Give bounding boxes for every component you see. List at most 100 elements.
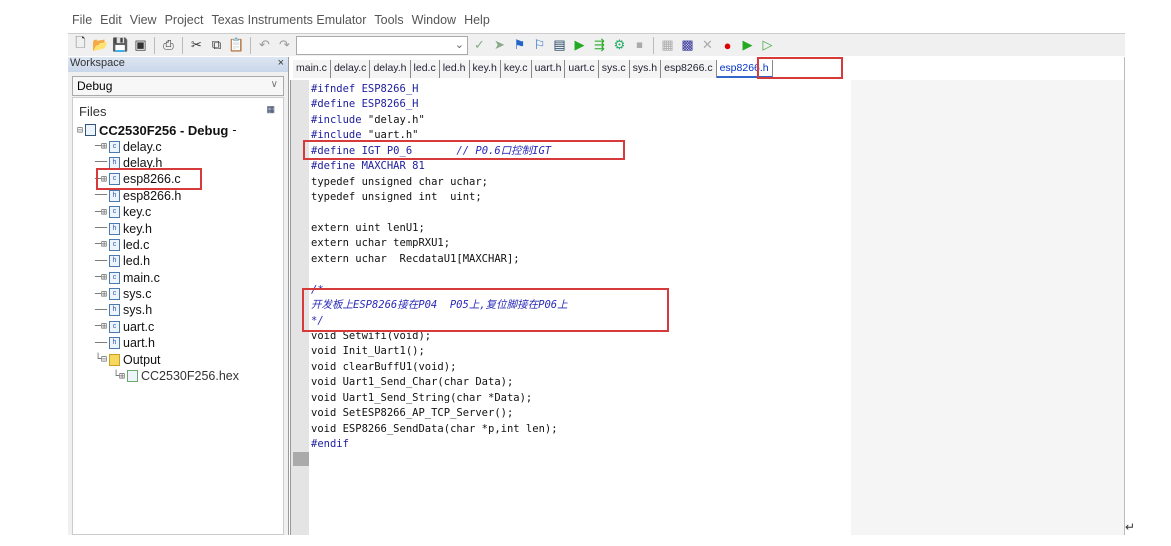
go-to-icon[interactable]: ▤ bbox=[551, 37, 568, 54]
tab-esp8266-c[interactable]: esp8266.c bbox=[661, 60, 717, 78]
file-name: uart.h bbox=[123, 336, 155, 351]
tab-uart-h[interactable]: uart.h bbox=[531, 60, 566, 78]
tab-uart-c[interactable]: uart.c bbox=[565, 60, 599, 78]
project-node[interactable]: ⊟ CC2530F256 - Debug - bbox=[73, 122, 283, 138]
compile-icon[interactable]: ▶ bbox=[571, 37, 588, 54]
save-icon[interactable]: 💾 bbox=[112, 37, 129, 54]
editor-tabs: main.c delay.c delay.h led.c led.h key.h key.c… bbox=[293, 60, 773, 78]
tab-delay-c[interactable]: delay.c bbox=[330, 60, 371, 78]
tab-sys-h[interactable]: sys.h bbox=[629, 60, 662, 78]
menu-file[interactable]: File bbox=[68, 13, 96, 31]
disable-icon[interactable]: ✕ bbox=[699, 37, 716, 54]
breakpoint-list-icon[interactable]: ▦ bbox=[659, 37, 676, 54]
menu-project[interactable]: Project bbox=[161, 13, 208, 31]
tree-line: ── bbox=[94, 223, 107, 235]
code-line: #define ESP8266_H bbox=[311, 97, 568, 112]
menu-help[interactable]: Help bbox=[460, 13, 494, 31]
new-file-icon[interactable]: 🗋 bbox=[72, 35, 89, 54]
output-folder[interactable]: └⊟ Output bbox=[73, 351, 283, 367]
save-all-icon[interactable]: ▣ bbox=[132, 37, 149, 54]
find-combo[interactable]: ⌄ bbox=[296, 35, 468, 55]
window-edge bbox=[1124, 57, 1125, 535]
stop-build-icon[interactable]: ⏹ bbox=[631, 37, 648, 54]
menu-tools[interactable]: Tools bbox=[370, 13, 407, 31]
tab-led-c[interactable]: led.c bbox=[410, 60, 440, 78]
tab-main-c[interactable]: main.c bbox=[293, 60, 331, 78]
menu-edit[interactable]: Edit bbox=[96, 13, 126, 31]
toggle-bookmark-icon[interactable]: ✓ bbox=[471, 37, 488, 54]
chevron-down-icon[interactable]: ∨ bbox=[271, 79, 278, 90]
tree-item[interactable]: ─⊞ c sys.c bbox=[73, 286, 283, 302]
workspace-title-text: Workspace bbox=[70, 57, 125, 69]
tree-line: ── bbox=[94, 190, 107, 202]
tab-sys-c[interactable]: sys.c bbox=[598, 60, 630, 78]
c-file-icon: c bbox=[109, 320, 120, 333]
code-line: void Init_Uart1(); bbox=[311, 344, 568, 359]
menu-view[interactable]: View bbox=[126, 13, 161, 31]
code-line: void Uart1_Send_String(char *Data); bbox=[311, 391, 568, 406]
expand-icon[interactable]: └⊞ bbox=[73, 371, 125, 382]
code-token: #ifndef ESP8266_H bbox=[311, 83, 419, 95]
menu-texas-instruments-emulator[interactable]: Texas Instruments Emulator bbox=[207, 13, 370, 31]
find-icon[interactable]: ⚑ bbox=[511, 37, 528, 54]
collapse-icon[interactable]: ⊟ bbox=[73, 125, 83, 136]
next-bookmark-icon[interactable]: ➤ bbox=[491, 37, 508, 54]
highlight-box-file bbox=[96, 168, 202, 190]
tree-item[interactable]: ─⊞ c main.c bbox=[73, 270, 283, 286]
tree-item[interactable]: ─⊞ c uart.c bbox=[73, 319, 283, 335]
cut-icon[interactable]: ✂ bbox=[188, 37, 205, 54]
tree-item[interactable]: ── h led.h bbox=[73, 253, 283, 269]
file-name: uart.c bbox=[123, 319, 155, 334]
tab-led-h[interactable]: led.h bbox=[439, 60, 470, 78]
open-icon[interactable]: 📂 bbox=[92, 37, 109, 54]
code-token: void Uart1_Send_Char(char Data); bbox=[311, 376, 514, 389]
file-name: led.h bbox=[123, 254, 151, 269]
tree-item[interactable]: ── h sys.h bbox=[73, 302, 283, 318]
debug-without-download-icon[interactable]: ▷ bbox=[759, 37, 776, 54]
c-file-icon: c bbox=[109, 238, 120, 251]
code-token: void SetESP8266_AP_TCP_Server(); bbox=[311, 407, 514, 420]
tree-line: ── bbox=[94, 255, 107, 267]
code-text[interactable]: #ifndef ESP8266_H #define ESP8266_H #inclu… bbox=[311, 82, 568, 453]
folder-icon bbox=[109, 353, 120, 366]
collapse-icon[interactable]: └⊟ bbox=[73, 354, 107, 365]
c-file-icon: c bbox=[109, 206, 120, 219]
expand-icon: ─⊞ bbox=[94, 288, 107, 300]
tab-delay-h[interactable]: delay.h bbox=[370, 60, 411, 78]
code-token: extern uint lenU1; bbox=[311, 221, 425, 234]
toggle-breakpoint-icon[interactable]: ● bbox=[719, 37, 736, 54]
editor-margin-area bbox=[851, 80, 1125, 535]
tab-key-c[interactable]: key.c bbox=[500, 60, 532, 78]
tree-item[interactable]: ─⊞ c delay.c bbox=[73, 138, 283, 154]
undo-icon[interactable]: ↶ bbox=[256, 37, 273, 54]
replace-icon[interactable]: ⚐ bbox=[531, 37, 548, 54]
tree-item[interactable]: ─⊞ c led.c bbox=[73, 237, 283, 253]
close-icon[interactable]: × bbox=[278, 57, 284, 69]
chevron-down-icon[interactable]: ⌄ bbox=[455, 38, 464, 51]
print-icon[interactable]: ⎙ bbox=[160, 37, 177, 54]
h-file-icon: h bbox=[109, 255, 120, 268]
make-icon[interactable]: ⇶ bbox=[591, 37, 608, 54]
code-token: extern uchar RecdataU1[MAXCHAR]; bbox=[311, 252, 520, 265]
copy-icon[interactable]: ⧉ bbox=[208, 37, 225, 54]
options-icon[interactable]: ▦ bbox=[266, 104, 275, 115]
menu-window[interactable]: Window bbox=[408, 13, 460, 31]
watch-icon[interactable]: ▩ bbox=[679, 37, 696, 54]
code-line: #define MAXCHAR 81 bbox=[311, 159, 568, 174]
code-line: #endif bbox=[311, 437, 568, 452]
configuration-select[interactable]: Debug ∨ bbox=[72, 76, 284, 96]
paste-icon[interactable]: 📋 bbox=[228, 37, 245, 54]
tree-item[interactable]: ── h key.h bbox=[73, 220, 283, 236]
download-debug-icon[interactable]: ▶ bbox=[739, 37, 756, 54]
folder-name: Output bbox=[123, 352, 161, 367]
tree-item[interactable]: ── h esp8266.h bbox=[73, 188, 283, 204]
redo-icon[interactable]: ↷ bbox=[276, 37, 293, 54]
tree-item[interactable]: ── h uart.h bbox=[73, 335, 283, 351]
debug-icon[interactable]: ⚙ bbox=[611, 37, 628, 54]
output-file[interactable]: └⊞ CC2530F256.hex bbox=[73, 368, 283, 384]
tree-item[interactable]: ─⊞ c key.c bbox=[73, 204, 283, 220]
highlight-box-define bbox=[303, 140, 625, 160]
tab-key-h[interactable]: key.h bbox=[469, 60, 501, 78]
